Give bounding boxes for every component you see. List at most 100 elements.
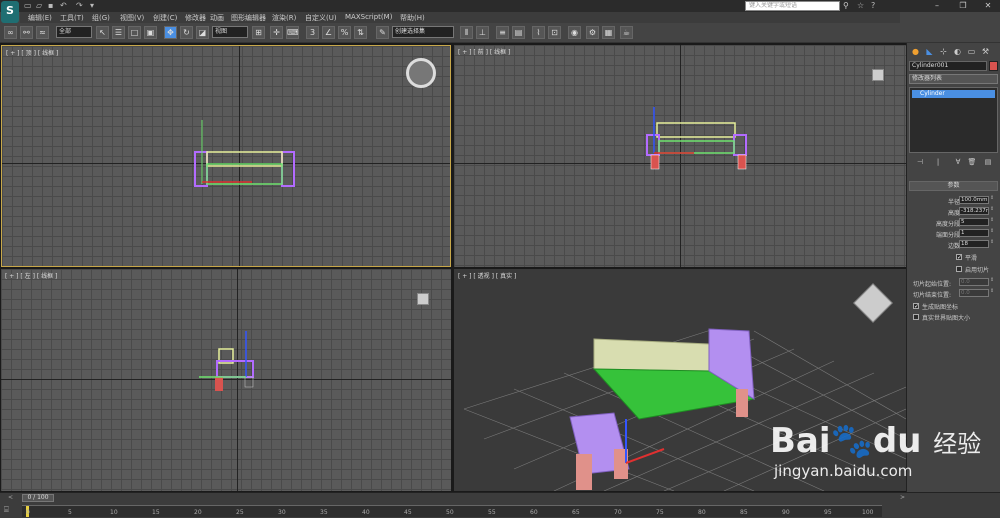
select-object-icon[interactable]: ↖	[96, 26, 109, 39]
stack-item-cylinder[interactable]: Cylinder	[912, 90, 995, 98]
menu-create[interactable]: 创建(C)	[153, 13, 177, 23]
viewport-left[interactable]: [ + ] [ 左 ] [ 线框 ]	[1, 269, 451, 491]
pivot-center-icon[interactable]: ⊞	[252, 26, 265, 39]
rect-selection-icon[interactable]: □	[128, 26, 141, 39]
maximize-button[interactable]: ❐	[952, 0, 974, 11]
selection-filter-dropdown[interactable]: 全部	[56, 26, 92, 38]
menu-graph-editors[interactable]: 图形编辑器	[231, 13, 266, 23]
material-editor-icon[interactable]: ◉	[568, 26, 581, 39]
menu-customize[interactable]: 自定义(U)	[305, 13, 337, 23]
viewport-front[interactable]: [ + ] [ 前 ] [ 线框 ]	[454, 45, 906, 267]
slice-from-spinner[interactable]: ⇕	[990, 278, 995, 286]
pin-stack-icon[interactable]: ⊣	[915, 157, 925, 167]
minimize-button[interactable]: –	[926, 0, 948, 11]
height-segments-spinner[interactable]: ⇕	[990, 218, 995, 226]
search-input[interactable]: 键入关键字或短语	[745, 1, 840, 11]
select-scale-icon[interactable]: ◪	[196, 26, 209, 39]
utilities-tab-icon[interactable]: ⚒	[980, 46, 991, 57]
time-ruler[interactable]: 0 5 10 15 20 25 30 35 40 45 50 55 60 65 …	[22, 505, 882, 517]
height-segments-field[interactable]: 5	[959, 218, 989, 226]
cap-segments-spinner[interactable]: ⇕	[990, 229, 995, 237]
object-color-swatch[interactable]	[989, 61, 998, 71]
viewport-label-perspective[interactable]: [ + ] [ 透视 ] [ 真实 ]	[458, 271, 516, 280]
object-name-field[interactable]: Cylinder001	[909, 61, 987, 71]
star-icon[interactable]: ☆	[857, 1, 866, 10]
display-tab-icon[interactable]: ▭	[966, 46, 977, 57]
rollout-header-parameters[interactable]: 参数	[909, 181, 998, 191]
select-manipulate-icon[interactable]: ✛	[270, 26, 283, 39]
menu-maxscript[interactable]: MAXScript(M)	[345, 13, 392, 21]
menu-modifiers[interactable]: 修改器	[185, 13, 206, 23]
menu-edit[interactable]: 编辑(E)	[28, 13, 52, 23]
real-world-map-checkbox[interactable]	[913, 314, 919, 320]
save-icon[interactable]: ▪	[48, 1, 57, 10]
modify-tab-icon[interactable]: ◣	[924, 46, 935, 57]
make-unique-icon[interactable]: ∀	[953, 157, 963, 167]
binoculars-icon[interactable]: ⚲	[843, 1, 852, 10]
configure-sets-icon[interactable]: ▤	[983, 157, 993, 167]
create-tab-icon[interactable]: ●	[910, 46, 921, 57]
height-spinner[interactable]: ⇕	[990, 207, 995, 215]
bind-spacewarp-icon[interactable]: ≈	[36, 26, 49, 39]
open-icon[interactable]: ▱	[36, 1, 45, 10]
layer-manager-icon[interactable]: ≡	[496, 26, 509, 39]
render-setup-icon[interactable]: ⚙	[586, 26, 599, 39]
mirror-icon[interactable]: ⫴	[460, 26, 473, 39]
viewport-top[interactable]: [ + ] [ 顶 ] [ 线框 ]	[1, 45, 451, 267]
ribbon-icon[interactable]: ▤	[512, 26, 525, 39]
percent-snap-icon[interactable]: %	[338, 26, 351, 39]
radius-field[interactable]: 100.0mm	[959, 196, 989, 204]
slice-to-field[interactable]: 0.0	[959, 289, 989, 297]
snap-toggle-icon[interactable]: 3	[306, 26, 319, 39]
menu-rendering[interactable]: 渲染(R)	[272, 13, 296, 23]
curve-editor-icon[interactable]: ⌇	[532, 26, 545, 39]
sides-field[interactable]: 18	[959, 240, 989, 248]
dropdown-icon[interactable]: ▾	[90, 1, 99, 10]
radius-spinner[interactable]: ⇕	[990, 196, 995, 204]
reference-coord-dropdown[interactable]: 视图	[212, 26, 248, 38]
remove-modifier-icon[interactable]: 🗑	[967, 157, 977, 167]
window-crossing-icon[interactable]: ▣	[144, 26, 157, 39]
keyboard-shortcut-icon[interactable]: ⌨	[286, 26, 299, 39]
menu-animation[interactable]: 动画	[210, 13, 224, 23]
edit-named-selection-icon[interactable]: ✎	[376, 26, 389, 39]
angle-snap-icon[interactable]: ∠	[322, 26, 335, 39]
timeline-prev-icon[interactable]: <	[8, 494, 18, 502]
motion-tab-icon[interactable]: ◐	[952, 46, 963, 57]
spinner-snap-icon[interactable]: ⇅	[354, 26, 367, 39]
slice-to-spinner[interactable]: ⇕	[990, 289, 995, 297]
height-field[interactable]: -318.237r	[959, 207, 989, 215]
redo-icon[interactable]: ↷	[76, 1, 85, 10]
app-logo[interactable]: S	[1, 1, 19, 23]
link-icon[interactable]: ∞	[4, 26, 17, 39]
slice-from-field[interactable]: 0.0	[959, 278, 989, 286]
named-selection-dropdown[interactable]: 创建选择集	[392, 26, 454, 38]
menu-help[interactable]: 帮助(H)	[400, 13, 425, 23]
unlink-icon[interactable]: ⚯	[20, 26, 33, 39]
mini-listener-icon[interactable]: ⌸	[4, 505, 18, 517]
new-icon[interactable]: ▭	[24, 1, 33, 10]
schematic-view-icon[interactable]: ⊡	[548, 26, 561, 39]
menu-tools[interactable]: 工具(T)	[60, 13, 84, 23]
select-move-icon[interactable]: ✥	[164, 26, 177, 39]
generate-mapping-checkbox[interactable]: ✓	[913, 303, 919, 310]
close-button[interactable]: ✕	[977, 0, 999, 11]
menu-view[interactable]: 视图(V)	[120, 13, 144, 23]
render-teapot-icon[interactable]: ☕	[620, 26, 633, 39]
rendered-frame-icon[interactable]: ▦	[602, 26, 615, 39]
hierarchy-tab-icon[interactable]: ⊹	[938, 46, 949, 57]
slice-on-checkbox[interactable]	[956, 266, 962, 272]
align-icon[interactable]: ⊥	[476, 26, 489, 39]
help-icon[interactable]: ?	[871, 1, 880, 10]
cap-segments-field[interactable]: 1	[959, 229, 989, 237]
select-by-name-icon[interactable]: ☰	[112, 26, 125, 39]
undo-icon[interactable]: ↶	[60, 1, 69, 10]
menu-group[interactable]: 组(G)	[92, 13, 110, 23]
modifier-list-dropdown[interactable]: 修改器列表	[909, 74, 998, 84]
timeline-next-icon[interactable]: >	[900, 494, 910, 502]
sides-spinner[interactable]: ⇕	[990, 240, 995, 248]
smooth-checkbox[interactable]: ✓	[956, 254, 962, 261]
show-end-result-icon[interactable]: |	[933, 157, 943, 167]
select-rotate-icon[interactable]: ↻	[180, 26, 193, 39]
time-slider[interactable]: 0 / 100	[22, 494, 54, 502]
